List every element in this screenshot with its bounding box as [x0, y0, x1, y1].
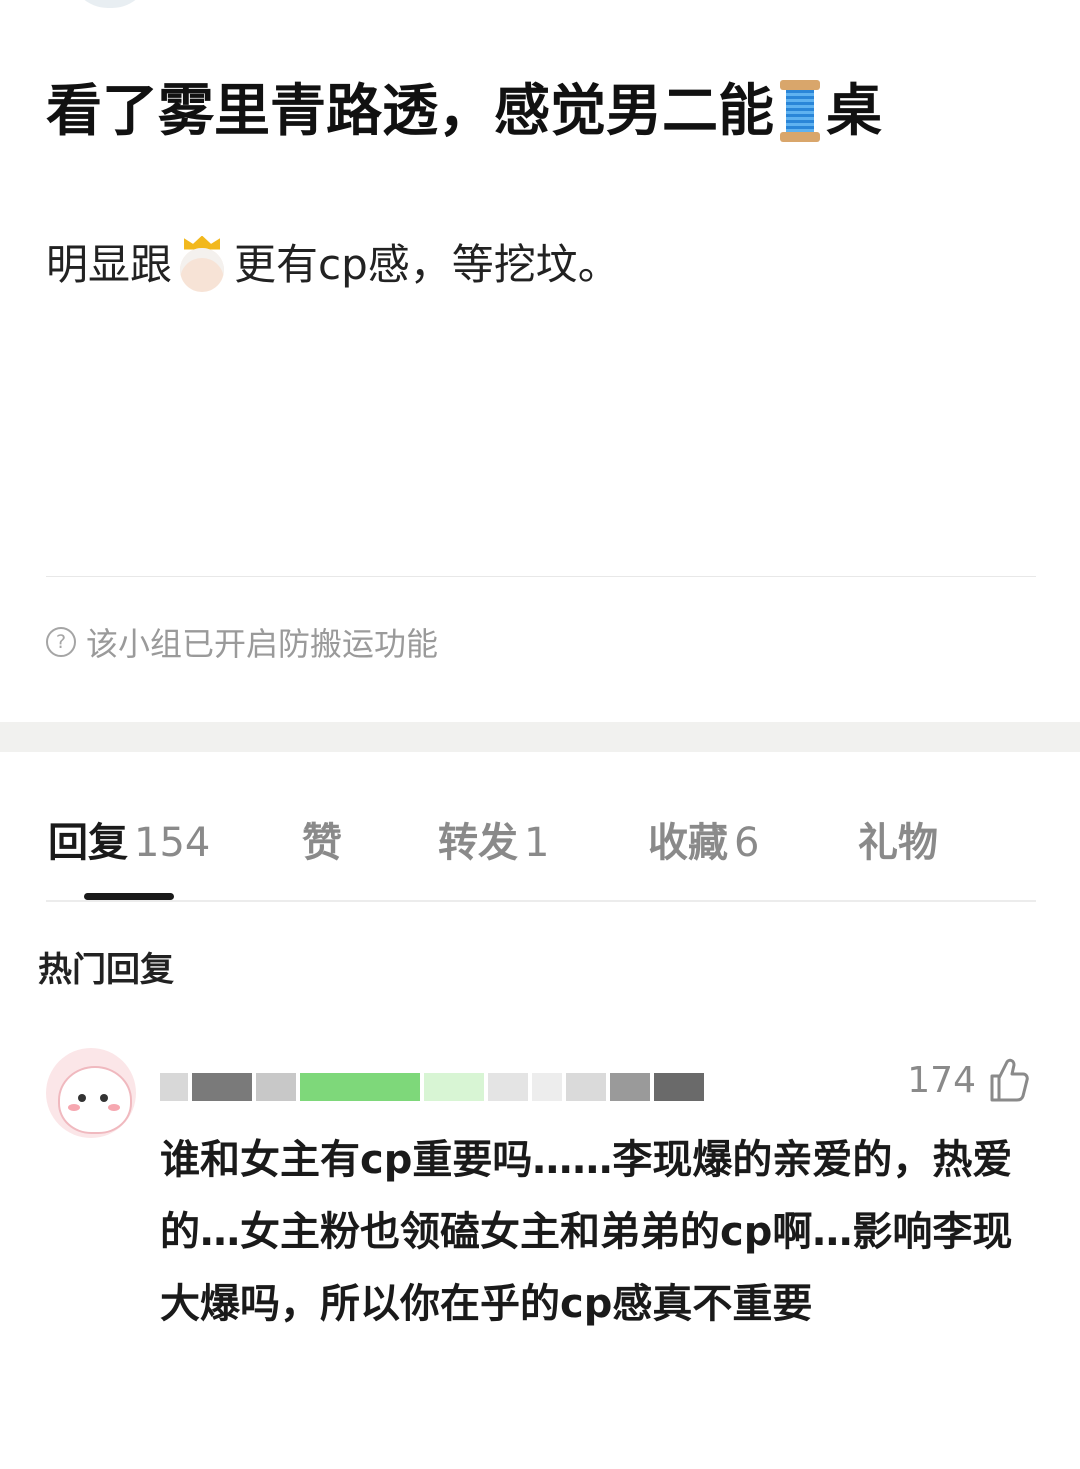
divider [46, 576, 1036, 577]
tab-favorites-label: 收藏 [648, 820, 728, 866]
tab-reposts-label: 转发 [438, 820, 518, 866]
commenter-username-redacted[interactable] [160, 1066, 780, 1108]
tab-favorites[interactable]: 收藏 6 [648, 810, 759, 868]
post-title: 看了雾里青路透，感觉男二能桌 [46, 72, 1046, 152]
tab-replies-label: 回复 [48, 820, 128, 866]
comment-text: 谁和女主有cp重要吗……李现爆的亲爱的，热爱的…女主粉也领磕女主和弟弟的cp啊…… [160, 1137, 1013, 1327]
princess-emoji [176, 235, 228, 292]
tab-likes-label: 赞 [302, 820, 342, 866]
tab-likes[interactable]: 赞 [302, 810, 342, 868]
section-separator [0, 722, 1080, 752]
tab-gifts-label: 礼物 [858, 820, 938, 866]
active-tab-indicator [84, 893, 174, 900]
question-circle-icon[interactable]: ? [46, 627, 76, 657]
tab-favorites-count: 6 [734, 820, 760, 866]
anti-repost-notice[interactable]: ? 该小组已开启防搬运功能 [46, 620, 438, 664]
tab-replies[interactable]: 回复 154 [48, 810, 210, 868]
spool-of-thread-emoji [776, 79, 824, 142]
hot-replies-heading: 热门回复 [38, 950, 174, 990]
interaction-tabs: 回复 154 赞 转发 1 收藏 6 礼物 [0, 800, 1080, 880]
tab-reposts[interactable]: 转发 1 [438, 810, 549, 868]
commenter-avatar[interactable] [46, 1048, 136, 1138]
post-title-suffix: 桌 [826, 79, 882, 144]
comment-like-button[interactable]: 174 [907, 1056, 1030, 1104]
tab-replies-count: 154 [134, 820, 211, 866]
tab-reposts-count: 1 [524, 820, 550, 866]
post-body-prefix: 明显跟 [46, 240, 173, 289]
notice-text: 该小组已开启防搬运功能 [86, 625, 439, 663]
tab-gifts[interactable]: 礼物 [858, 810, 938, 868]
thumbs-up-icon[interactable] [986, 1056, 1030, 1104]
tabs-divider [46, 900, 1036, 902]
post-content: 看了雾里青路透，感觉男二能桌 明显跟 更有cp感，等挖坟。 ? 该小组已开启防搬运… [0, 0, 1080, 722]
post-title-text: 看了雾里青路透，感觉男二能 [46, 79, 774, 144]
author-avatar[interactable] [70, 0, 150, 8]
post-body: 明显跟 更有cp感，等挖坟。 [46, 232, 1046, 298]
comment-like-count: 174 [907, 1059, 976, 1101]
post-body-suffix: 更有cp感，等挖坟。 [234, 240, 620, 289]
